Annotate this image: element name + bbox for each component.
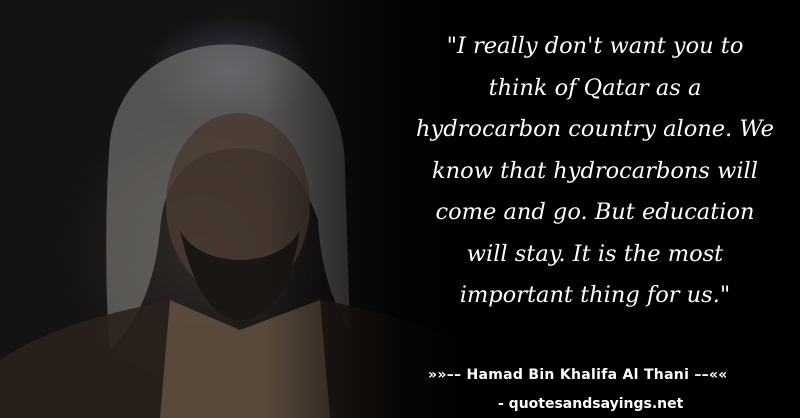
quote-line: come and go. But education (435, 199, 755, 225)
quote-line: think of Qatar as a (488, 74, 702, 101)
quote-line: know that hydrocarbons will (432, 157, 758, 184)
quote-line: will stay. It is the most (466, 240, 724, 267)
quote-line: important thing for us." (459, 282, 731, 308)
quote-card: "I really don't want you to think of Qat… (0, 0, 800, 418)
quote-line: "I really don't want you to (446, 33, 744, 59)
quote-text: "I really don't want you to think of Qat… (398, 26, 792, 317)
quote-line: hydrocarbon country alone. We (416, 116, 774, 142)
quote-source: - quotesandsayings.net (498, 396, 684, 412)
quote-author: »»–– Hamad Bin Khalifa Al Thani ––«« (428, 367, 728, 383)
